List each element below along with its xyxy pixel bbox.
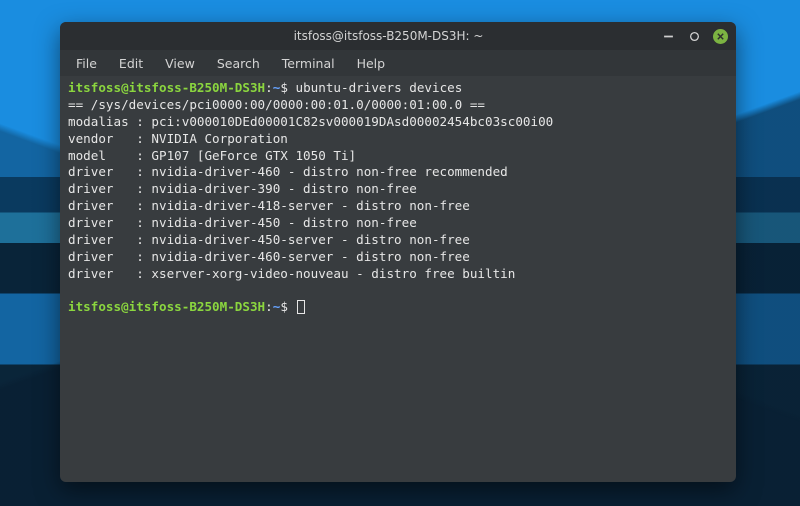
window-controls <box>661 29 728 44</box>
output-line: modalias : pci:v000010DEd00001C82sv00001… <box>68 114 553 129</box>
output-line: vendor : NVIDIA Corporation <box>68 131 288 146</box>
menu-help[interactable]: Help <box>347 53 396 74</box>
menu-file[interactable]: File <box>66 53 107 74</box>
output-line: driver : xserver-xorg-video-nouveau - di… <box>68 266 515 281</box>
terminal-window: itsfoss@itsfoss-B250M-DS3H: ~ File Edit … <box>60 22 736 482</box>
prompt-sep: : <box>265 299 273 314</box>
menu-search[interactable]: Search <box>207 53 270 74</box>
titlebar[interactable]: itsfoss@itsfoss-B250M-DS3H: ~ <box>60 22 736 50</box>
menu-view[interactable]: View <box>155 53 205 74</box>
prompt-sep: : <box>265 80 273 95</box>
close-button[interactable] <box>713 29 728 44</box>
prompt-symbol: $ <box>280 299 288 314</box>
prompt-user: itsfoss@itsfoss-B250M-DS3H <box>68 80 265 95</box>
terminal-body[interactable]: itsfoss@itsfoss-B250M-DS3H:~$ ubuntu-dri… <box>60 76 736 482</box>
cursor <box>297 300 305 314</box>
output-line: == /sys/devices/pci0000:00/0000:00:01.0/… <box>68 97 485 112</box>
output-line: driver : nvidia-driver-418-server - dist… <box>68 198 470 213</box>
output-line: model : GP107 [GeForce GTX 1050 Ti] <box>68 148 356 163</box>
window-title: itsfoss@itsfoss-B250M-DS3H: ~ <box>116 29 661 43</box>
menubar: File Edit View Search Terminal Help <box>60 50 736 76</box>
minimize-button[interactable] <box>661 29 675 43</box>
prompt-user: itsfoss@itsfoss-B250M-DS3H <box>68 299 265 314</box>
output-line: driver : nvidia-driver-450-server - dist… <box>68 232 470 247</box>
output-line: driver : nvidia-driver-450 - distro non-… <box>68 215 417 230</box>
output-line: driver : nvidia-driver-460-server - dist… <box>68 249 470 264</box>
output-line: driver : nvidia-driver-390 - distro non-… <box>68 181 417 196</box>
output-line: driver : nvidia-driver-460 - distro non-… <box>68 164 508 179</box>
menu-edit[interactable]: Edit <box>109 53 153 74</box>
prompt-symbol: $ <box>280 80 288 95</box>
menu-terminal[interactable]: Terminal <box>272 53 345 74</box>
command-entered: ubuntu-drivers devices <box>296 80 463 95</box>
maximize-button[interactable] <box>687 29 701 43</box>
